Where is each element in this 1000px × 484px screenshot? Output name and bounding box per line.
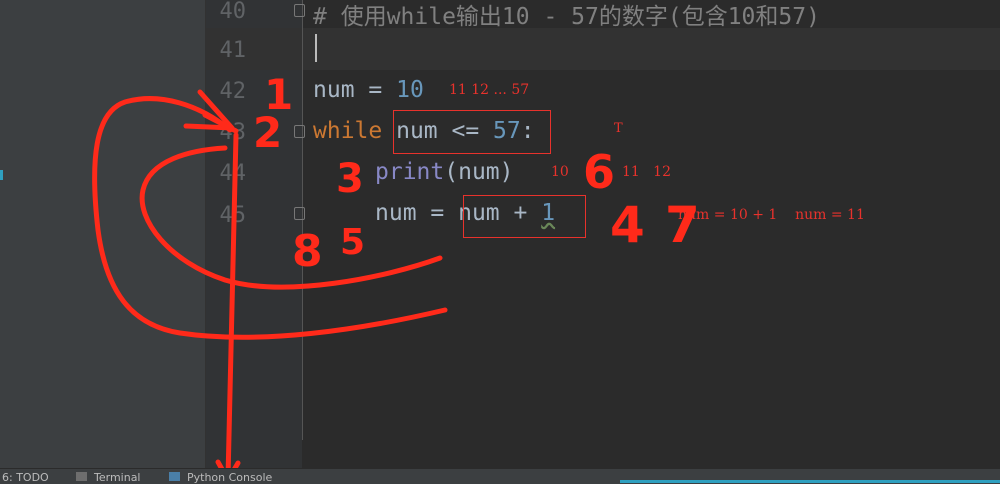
python-console-tab[interactable]: Python Console <box>187 471 272 484</box>
exit-flow-line <box>225 132 239 481</box>
terminal-tab[interactable]: Terminal <box>94 471 141 484</box>
inner-loop-arrow <box>139 145 443 290</box>
todo-tab[interactable]: 6: TODO <box>2 471 49 484</box>
python-console-icon <box>169 472 180 481</box>
loop-arrows-drawing <box>92 89 448 483</box>
terminal-icon <box>76 472 87 481</box>
